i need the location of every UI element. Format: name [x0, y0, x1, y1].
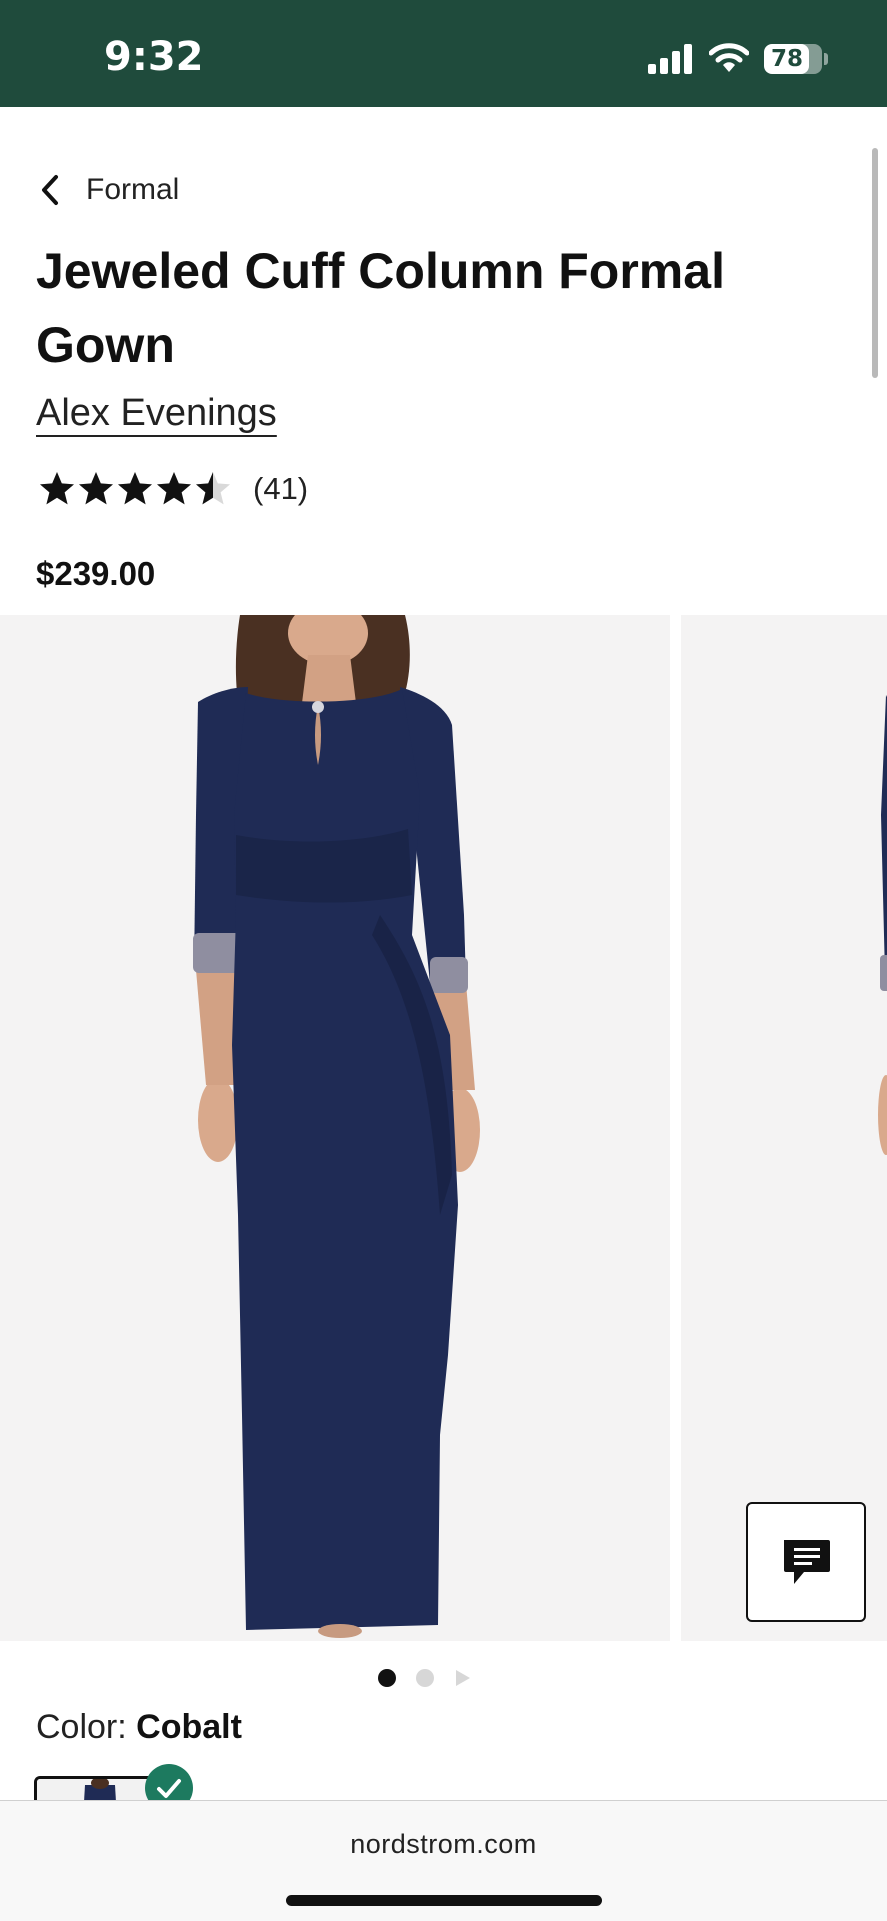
- status-bar: 9:32 78: [0, 0, 887, 107]
- pagination-dot-2[interactable]: [416, 1669, 434, 1687]
- battery-nub: [824, 53, 828, 65]
- rating[interactable]: (41): [38, 470, 308, 508]
- color-label-prefix: Color:: [36, 1708, 127, 1746]
- pagination-play-icon[interactable]: [454, 1668, 472, 1688]
- star-icon: [118, 472, 152, 505]
- review-count: (41): [253, 471, 309, 506]
- back-link-label: Formal: [86, 173, 180, 206]
- product-image-1[interactable]: [0, 615, 670, 1641]
- star-icon: [157, 472, 191, 505]
- star-icon: [79, 472, 113, 505]
- pagination-dot-1[interactable]: [378, 1669, 396, 1687]
- home-indicator[interactable]: [286, 1895, 602, 1906]
- scroll-indicator[interactable]: [872, 148, 878, 378]
- dress-photo: [193, 615, 480, 1638]
- url-display[interactable]: nordstrom.com: [0, 1829, 887, 1860]
- signal-bars-icon: [648, 44, 692, 74]
- battery-icon: 78: [764, 44, 822, 74]
- chat-button[interactable]: [746, 1502, 866, 1622]
- image-carousel[interactable]: [0, 615, 887, 1641]
- star-icon: [196, 472, 230, 505]
- chevron-left-icon: [42, 175, 58, 205]
- product-title: Jeweled Cuff Column Formal Gown: [36, 243, 725, 373]
- back-link[interactable]: Formal: [36, 166, 179, 214]
- product-image-2[interactable]: [681, 615, 887, 1641]
- battery-level: 78: [770, 46, 803, 72]
- price: $239.00: [36, 555, 156, 592]
- wifi-icon: [709, 43, 749, 72]
- star-rating: [38, 470, 233, 508]
- color-label: Color: Cobalt: [36, 1708, 242, 1747]
- brand-link[interactable]: Alex Evenings: [36, 392, 277, 435]
- carousel-pagination: [378, 1668, 472, 1688]
- star-icon: [40, 472, 74, 505]
- dress-photo-partial: [878, 695, 887, 1155]
- chat-bubble-icon: [784, 1540, 830, 1584]
- selected-color: Cobalt: [136, 1708, 242, 1746]
- status-time: 9:32: [104, 34, 204, 80]
- browser-bottom-bar: nordstrom.com: [0, 1800, 887, 1921]
